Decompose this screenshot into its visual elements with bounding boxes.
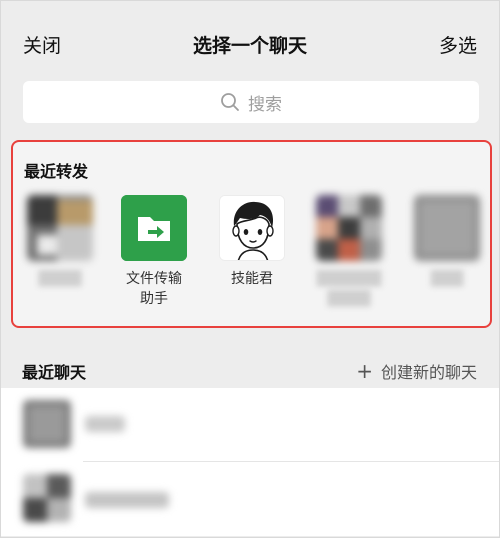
cartoon-avatar <box>219 195 285 261</box>
avatar <box>23 474 71 522</box>
chat-row[interactable] <box>1 388 499 462</box>
create-new-chat-label: 创建新的聊天 <box>380 363 477 382</box>
contact-label: ███ <box>430 271 464 287</box>
chat-row[interactable] <box>1 462 499 536</box>
recent-contact-5[interactable]: ███ <box>407 195 487 289</box>
avatar <box>316 195 382 261</box>
recent-contact-1[interactable]: ████ <box>20 195 100 289</box>
chat-picker-screen: 关闭 选择一个聊天 多选 搜索 最近转发 ████ 文件传输 助手 技能君 ██… <box>0 0 500 538</box>
search-input[interactable]: 搜索 <box>23 81 479 123</box>
chat-name <box>85 492 169 508</box>
multi-select-button[interactable]: 多选 <box>439 31 477 58</box>
recent-contact-jinengjun[interactable]: 技能君 <box>212 195 292 289</box>
page-title: 选择一个聊天 <box>192 35 307 57</box>
avatar <box>27 195 93 261</box>
contact-label: ██████ ████ <box>316 271 382 307</box>
contact-label: 技能君 <box>231 271 273 287</box>
recent-contact-file-transfer[interactable]: 文件传输 助手 <box>114 195 194 309</box>
chat-name <box>85 416 125 432</box>
recent-contact-4[interactable]: ██████ ████ <box>309 195 389 309</box>
search-icon <box>221 93 239 111</box>
search-placeholder: 搜索 <box>248 94 282 115</box>
plus-icon: + <box>356 359 373 383</box>
recent-chats-header: 最近聊天 + 创建新的聊天 <box>1 351 499 391</box>
file-transfer-avatar <box>121 195 187 261</box>
folder-transfer-icon <box>121 195 187 261</box>
avatar <box>414 195 480 261</box>
recent-chats-title: 最近聊天 <box>22 363 87 382</box>
top-bar: 关闭 选择一个聊天 多选 <box>1 1 499 81</box>
recent-forward-panel: 最近转发 ████ 文件传输 助手 技能君 ██████ ████ ███ <box>11 140 492 328</box>
create-new-chat-button[interactable]: + 创建新的聊天 <box>356 359 477 383</box>
contact-label: 文件传输 助手 <box>126 271 182 307</box>
recent-forward-title: 最近转发 <box>24 162 89 181</box>
avatar <box>23 400 71 448</box>
contact-label: ████ <box>38 271 82 287</box>
